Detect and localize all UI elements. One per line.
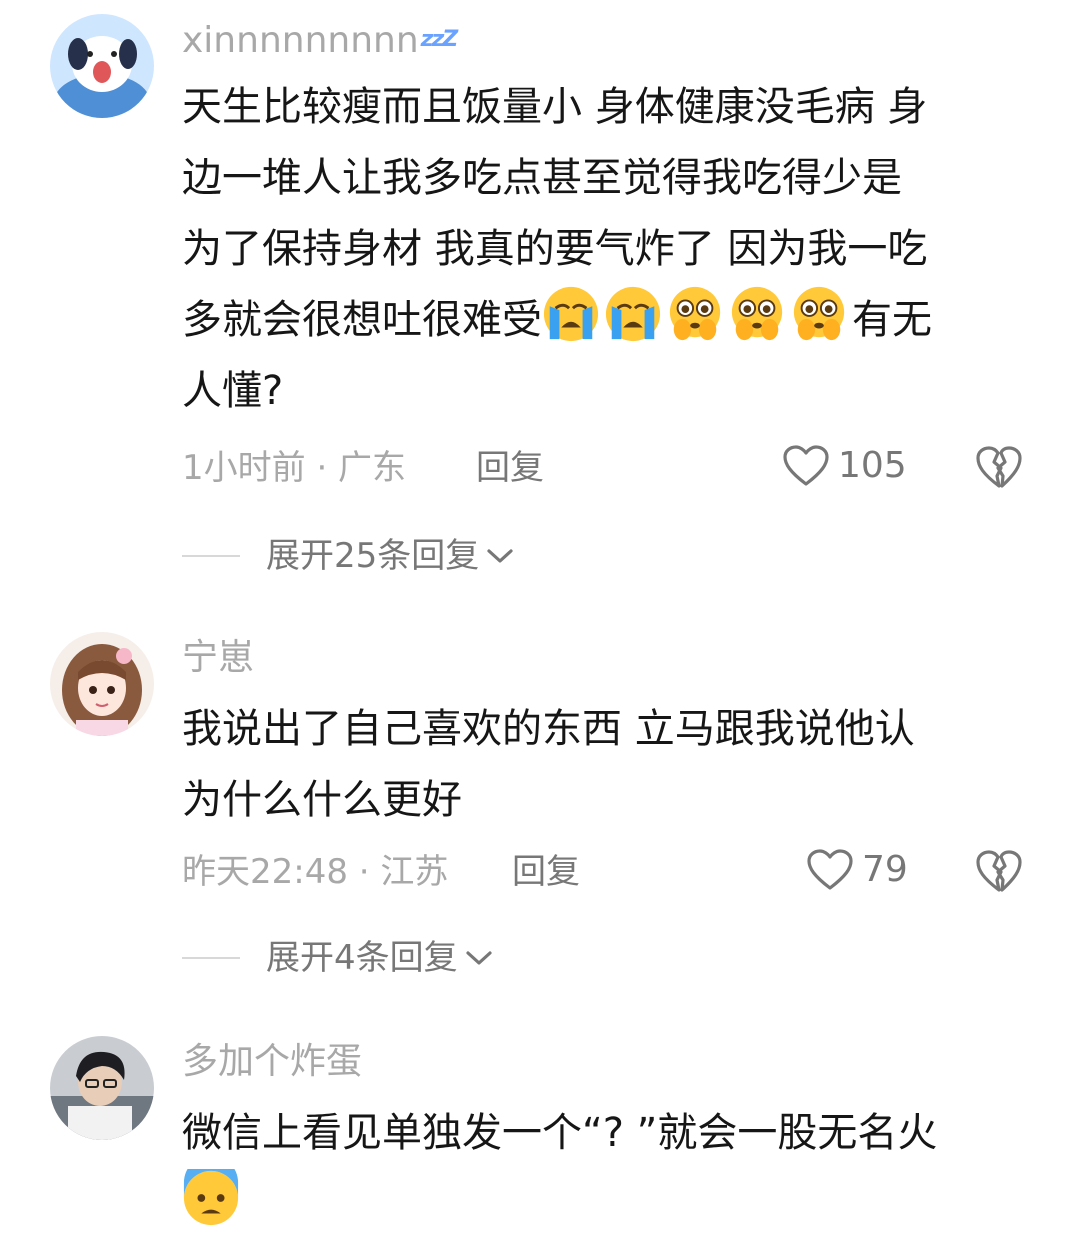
comment-line bbox=[182, 1169, 1032, 1240]
anxious-face-with-sweat-icon bbox=[183, 1169, 239, 1226]
comment-line: 微信上看见单独发一个“? ”就会一股无名火 bbox=[182, 1110, 938, 1156]
comment-text: 微信上看见单独发一个“? ”就会一股无名火 bbox=[182, 1098, 1032, 1240]
comment-3: 多加个炸蛋 微信上看见单独发一个“? ”就会一股无名火 bbox=[0, 0, 1080, 1228]
boy-avatar-icon bbox=[50, 1036, 154, 1140]
user-avatar[interactable] bbox=[50, 1036, 154, 1140]
username[interactable]: 多加个炸蛋 bbox=[182, 1040, 362, 1084]
